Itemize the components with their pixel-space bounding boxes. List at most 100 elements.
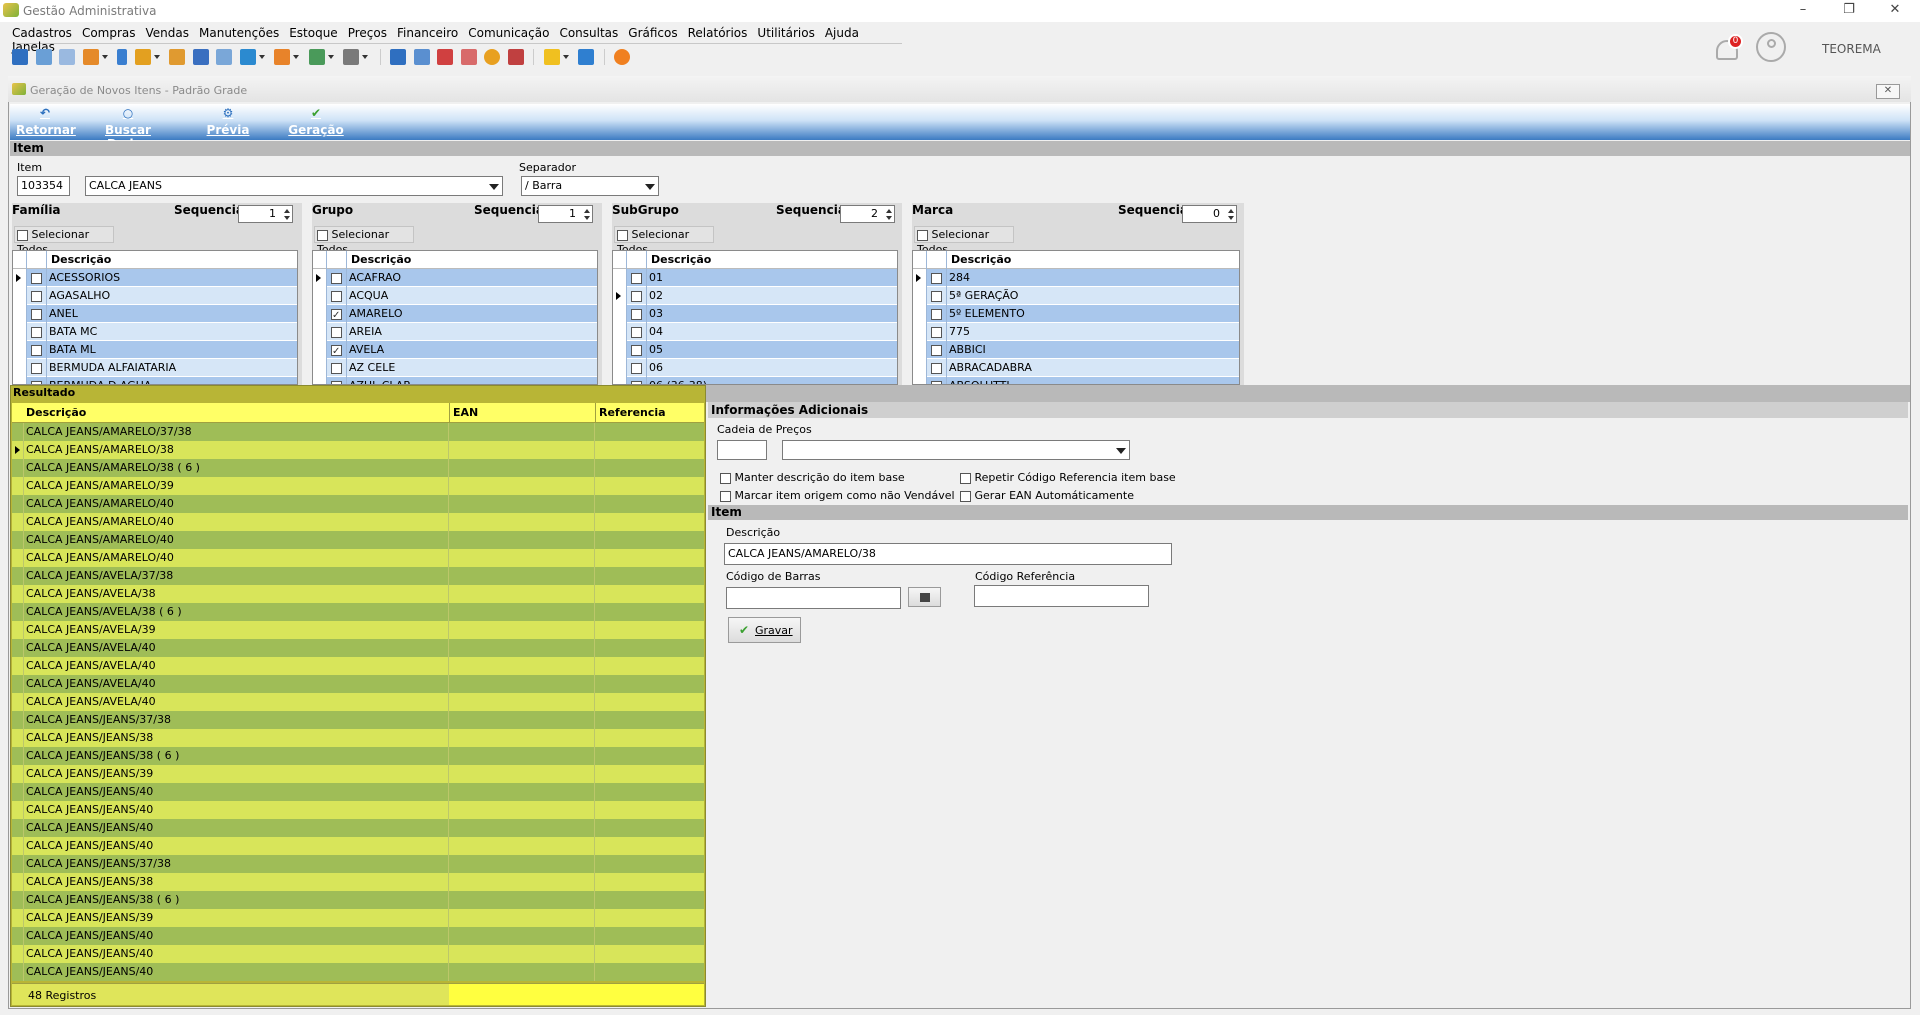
table-row[interactable]: CALCA JEANS/JEANS/39	[12, 765, 704, 783]
list-item[interactable]: 06	[613, 359, 897, 377]
list-item[interactable]: 04	[613, 323, 897, 341]
table-icon[interactable]	[390, 49, 406, 65]
row-checkbox[interactable]	[331, 307, 342, 325]
panel-grid[interactable]: Descrição ACESSORIOS AGASALHO ANEL BATA MC BA…	[12, 250, 298, 385]
select-all-checkbox[interactable]	[617, 229, 628, 241]
select-all-option[interactable]: Selecionar Todos	[914, 226, 1014, 256]
list-item[interactable]: AVELA	[313, 341, 597, 361]
table-row[interactable]: CALCA JEANS/AVELA/40	[12, 639, 704, 657]
row-checkbox[interactable]	[631, 308, 642, 320]
table-row[interactable]: CALCA JEANS/AMARELO/37/38	[12, 423, 704, 441]
table-row[interactable]: CALCA JEANS/JEANS/40	[12, 783, 704, 801]
list-item[interactable]: ABBICI	[913, 341, 1239, 359]
star-icon[interactable]	[543, 49, 560, 65]
power-icon[interactable]	[614, 49, 630, 65]
list-item[interactable]: 02	[613, 287, 897, 305]
list-item[interactable]: BATA MC	[13, 323, 297, 341]
table-row[interactable]: CALCA JEANS/AVELA/39	[12, 621, 704, 639]
row-checkbox[interactable]	[931, 290, 942, 302]
table-row[interactable]: CALCA JEANS/JEANS/40	[12, 801, 704, 819]
table-row[interactable]: CALCA JEANS/JEANS/38	[12, 873, 704, 891]
menu-utilitarios[interactable]: Utilitários	[757, 26, 814, 40]
menu-compras[interactable]: Compras	[82, 26, 136, 40]
child-close-button[interactable]: ✕	[1876, 84, 1900, 99]
spin-up-icon[interactable]	[1228, 209, 1234, 213]
list-item[interactable]: 05	[613, 341, 897, 359]
row-checkbox[interactable]	[931, 344, 942, 356]
spin-down-icon[interactable]	[1228, 216, 1234, 220]
row-checkbox[interactable]	[331, 290, 342, 302]
row-checkbox[interactable]	[931, 272, 942, 284]
table-row[interactable]: CALCA JEANS/JEANS/37/38	[12, 855, 704, 873]
printer-icon[interactable]	[343, 49, 359, 65]
user-icon[interactable]	[169, 49, 185, 65]
table-row[interactable]: CALCA JEANS/JEANS/40	[12, 927, 704, 945]
row-checkbox[interactable]	[931, 362, 942, 374]
cart-icon[interactable]	[239, 49, 256, 65]
table-row[interactable]: CALCA JEANS/AVELA/38	[12, 585, 704, 603]
select-all-option[interactable]: Selecionar Todos	[614, 226, 714, 256]
sequence-spinner[interactable]: 1	[238, 205, 293, 223]
preview-button[interactable]: ⚙ Prévia	[200, 106, 256, 138]
col-descricao[interactable]: Descrição	[49, 251, 111, 269]
menu-graficos[interactable]: Gráficos	[628, 26, 677, 40]
save-icon[interactable]	[12, 49, 28, 65]
table-row[interactable]: CALCA JEANS/JEANS/38 ( 6 )	[12, 891, 704, 909]
spin-down-icon[interactable]	[584, 216, 590, 220]
calculator-icon[interactable]	[413, 49, 430, 65]
table-row[interactable]: CALCA JEANS/AMARELO/40	[12, 495, 704, 513]
folder-icon[interactable]	[134, 49, 151, 65]
col-referencia[interactable]: Referencia	[599, 406, 666, 419]
menu-financeiro[interactable]: Financeiro	[397, 26, 458, 40]
reference-input[interactable]	[974, 585, 1149, 607]
col-ean[interactable]: EAN	[453, 406, 478, 419]
row-checkbox[interactable]	[631, 362, 642, 374]
list-item[interactable]: BERMUDA ALFAIATARIA	[13, 359, 297, 377]
list-item[interactable]: BERMUDA D AGUA	[13, 377, 297, 384]
repeat-reference-option[interactable]: Repetir Código Referencia item base	[960, 471, 1176, 484]
barcode-input[interactable]	[726, 587, 901, 609]
barcode-button[interactable]	[908, 587, 941, 607]
money-icon[interactable]	[308, 49, 325, 65]
table-row[interactable]: CALCA JEANS/AMARELO/38 ( 6 )	[12, 459, 704, 477]
table-row[interactable]: CALCA JEANS/AMARELO/40	[12, 549, 704, 567]
list-item[interactable]: 06 (36-38)	[613, 377, 897, 384]
col-descricao[interactable]: Descrição	[949, 251, 1011, 269]
spin-up-icon[interactable]	[584, 209, 590, 213]
list-item[interactable]: 5ª GERAÇÃO	[913, 287, 1239, 305]
col-descricao[interactable]: Descrição	[26, 406, 86, 419]
row-checkbox[interactable]	[631, 344, 642, 356]
spin-up-icon[interactable]	[886, 209, 892, 213]
table-row[interactable]: CALCA JEANS/JEANS/40	[12, 963, 704, 981]
table-row[interactable]: CALCA JEANS/JEANS/37/38	[12, 711, 704, 729]
calendar-icon[interactable]	[437, 49, 453, 65]
spin-down-icon[interactable]	[284, 216, 290, 220]
row-checkbox[interactable]	[31, 326, 42, 338]
menu-ajuda[interactable]: Ajuda	[825, 26, 859, 40]
sequence-spinner[interactable]: 1	[538, 205, 593, 223]
auto-ean-checkbox[interactable]	[960, 490, 971, 502]
menu-estoque[interactable]: Estoque	[289, 26, 338, 40]
menu-manutencoes[interactable]: Manutenções	[199, 26, 279, 40]
spin-up-icon[interactable]	[284, 209, 290, 213]
restore-button[interactable]: ❐	[1826, 0, 1872, 22]
menu-vendas[interactable]: Vendas	[146, 26, 190, 40]
table-row[interactable]: CALCA JEANS/JEANS/40	[12, 945, 704, 963]
table-row[interactable]: CALCA JEANS/AMARELO/40	[12, 531, 704, 549]
row-checkbox[interactable]	[331, 326, 342, 338]
table-row[interactable]: CALCA JEANS/AMARELO/39	[12, 477, 704, 495]
generate-button[interactable]: ✔ Geração	[286, 106, 346, 138]
menu-consultas[interactable]: Consultas	[559, 26, 618, 40]
row-checkbox[interactable]	[31, 272, 42, 284]
select-all-option[interactable]: Selecionar Todos	[14, 226, 114, 256]
close-window-button[interactable]: ✕	[1872, 0, 1918, 22]
keep-description-option[interactable]: Manter descrição do item base	[720, 471, 905, 484]
menu-cadastros[interactable]: Cadastros	[12, 26, 72, 40]
list-item[interactable]: ANEL	[13, 305, 297, 323]
row-checkbox[interactable]	[631, 272, 642, 284]
save-button[interactable]: ✔ Gravar	[728, 617, 801, 643]
search-data-button[interactable]: ○Buscar Dados	[88, 106, 168, 151]
coin-icon[interactable]	[484, 49, 500, 65]
row-checkbox[interactable]	[331, 343, 342, 361]
table-row[interactable]: CALCA JEANS/JEANS/39	[12, 909, 704, 927]
